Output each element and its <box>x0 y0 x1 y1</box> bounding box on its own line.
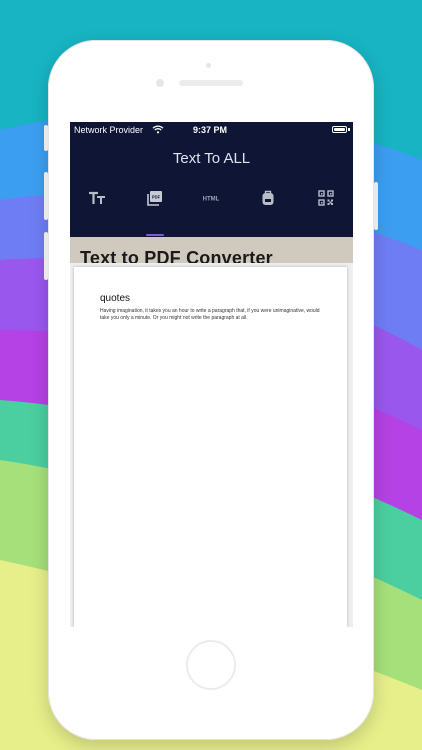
mute-switch <box>44 125 48 151</box>
status-time: 9:37 PM <box>193 125 228 135</box>
front-camera <box>156 79 164 87</box>
home-button[interactable] <box>186 640 236 690</box>
volume-up-button <box>44 172 48 220</box>
selected-tab-indicator <box>146 234 164 236</box>
pdf-icon: PDF <box>147 191 162 206</box>
wifi-icon <box>152 125 164 134</box>
pdf-preview-page[interactable]: quotes Having imagination, it takes you … <box>74 267 347 627</box>
text-format-icon <box>89 191 105 204</box>
app-title: Text To ALL <box>172 150 251 167</box>
tab-qr-code[interactable] <box>306 182 346 214</box>
earpiece-speaker <box>179 80 243 86</box>
converter-header: Text to PDF Converter <box>70 237 353 263</box>
carrier-name: Network Provider <box>74 125 144 135</box>
converter-heading: Text to PDF Converter <box>80 248 273 263</box>
pdf-document-title: quotes <box>100 293 131 304</box>
power-button <box>374 182 378 230</box>
battery-tip <box>348 128 350 131</box>
navigation-bar: Network Provider 9:37 PM Text To ALL PDF <box>70 122 353 237</box>
html-icon: HTML <box>203 197 220 203</box>
svg-text:HTML: HTML <box>203 197 220 203</box>
tab-backpack[interactable] <box>248 182 288 214</box>
pdf-document-body: Having imagination, it takes you an hour… <box>100 308 320 321</box>
svg-text:PDF: PDF <box>152 195 161 200</box>
proximity-sensor <box>206 63 211 68</box>
app-screen: Network Provider 9:37 PM Text To ALL PDF <box>70 122 353 627</box>
tab-html[interactable]: HTML <box>191 182 231 214</box>
qr-code-icon <box>318 190 334 206</box>
status-bar: Network Provider 9:37 PM <box>70 122 353 138</box>
volume-down-button <box>44 232 48 280</box>
backpack-icon <box>262 190 274 205</box>
tab-text[interactable] <box>77 182 117 214</box>
battery-icon <box>332 126 347 133</box>
tab-pdf[interactable]: PDF <box>135 182 175 214</box>
